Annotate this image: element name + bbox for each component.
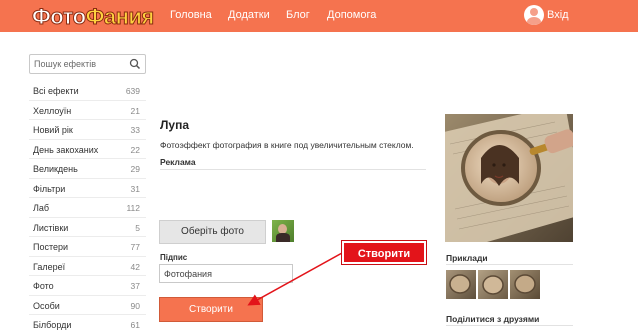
effect-title: Лупа xyxy=(160,118,190,132)
category-all[interactable]: Всі ефекти 639 xyxy=(29,81,146,101)
category-list: Всі ефекти 639 Хеллоуїн 21 Новий рік 33 Ден… xyxy=(29,81,146,330)
category-cards[interactable]: Листівки 5 xyxy=(29,218,146,237)
search-icon[interactable] xyxy=(129,58,141,70)
nav-blog[interactable]: Блог xyxy=(286,9,310,21)
ads-divider xyxy=(160,169,426,170)
category-posters[interactable]: Постери 77 xyxy=(29,237,146,257)
login-link[interactable]: Вхід xyxy=(547,9,569,21)
effect-preview-image xyxy=(445,114,573,242)
example-thumbnail-3[interactable] xyxy=(510,270,540,299)
nav-apps[interactable]: Додатки xyxy=(228,9,270,21)
create-callout: Створити xyxy=(341,240,427,265)
site-logo[interactable]: ФотоФания xyxy=(32,4,155,30)
search-input[interactable] xyxy=(34,59,129,69)
category-valentines[interactable]: День закоханих 22 xyxy=(29,140,146,159)
login-user-icon[interactable] xyxy=(524,5,546,27)
category-new-year[interactable]: Новий рік 33 xyxy=(29,120,146,140)
category-easter[interactable]: Великдень 29 xyxy=(29,159,146,179)
example-thumbnail-2[interactable] xyxy=(478,270,508,299)
logo-part-2: Фания xyxy=(85,4,155,30)
selected-photo-thumbnail[interactable] xyxy=(272,220,294,242)
category-faces[interactable]: Особи 90 xyxy=(29,296,146,315)
caption-label: Підпис xyxy=(160,253,188,262)
logo-part-1: Фото xyxy=(32,4,87,30)
example-thumbnail-1[interactable] xyxy=(446,270,476,299)
ads-label: Реклама xyxy=(160,157,196,167)
category-billboards[interactable]: Білборди 61 xyxy=(29,315,146,330)
examples-label: Приклади xyxy=(446,253,488,263)
header-bar: ФотоФания Головна Додатки Блог Допомога … xyxy=(0,0,638,32)
category-halloween[interactable]: Хеллоуїн 21 xyxy=(29,101,146,120)
category-photo[interactable]: Фото 37 xyxy=(29,276,146,296)
category-lab[interactable]: Лаб 112 xyxy=(29,198,146,218)
examples-divider xyxy=(446,264,573,265)
category-filters[interactable]: Фільтри 31 xyxy=(29,179,146,198)
effects-search[interactable] xyxy=(29,54,146,74)
share-divider xyxy=(446,325,573,326)
nav-help[interactable]: Допомога xyxy=(327,9,376,21)
nav-home[interactable]: Головна xyxy=(170,9,212,21)
effect-description: Фотоэффект фотография в книге под увелич… xyxy=(160,140,414,150)
category-galleries[interactable]: Галереї 42 xyxy=(29,257,146,276)
share-label: Поділитися з друзями xyxy=(446,314,540,324)
choose-photo-button[interactable]: Оберіть фото xyxy=(159,220,266,244)
create-button[interactable]: Створити xyxy=(159,297,263,322)
caption-input[interactable] xyxy=(159,264,293,283)
